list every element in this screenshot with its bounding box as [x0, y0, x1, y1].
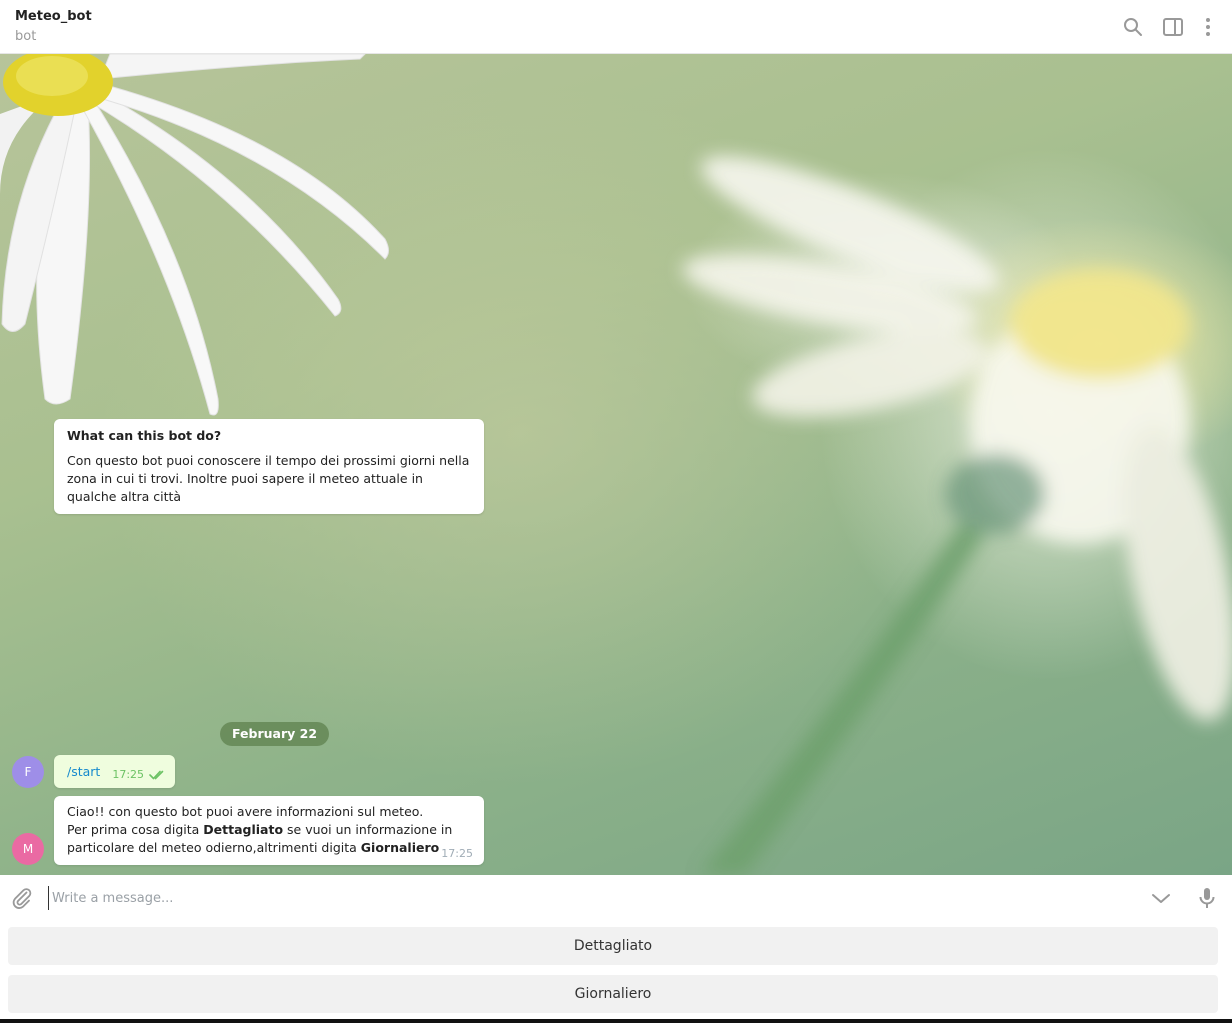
message-text-line: particolare del meteo odierno,altrimenti… — [67, 839, 471, 857]
paperclip-icon[interactable] — [10, 886, 34, 910]
message-input[interactable] — [48, 886, 1128, 910]
bot-description-title: What can this bot do? — [67, 428, 222, 443]
message-text-line: Ciao!! con questo bot puoi avere informa… — [67, 803, 471, 821]
keyboard-button-dettagliato[interactable]: Dettagliato — [8, 927, 1218, 965]
bot-description-card: What can this bot do? Con questo bot puo… — [54, 419, 484, 514]
message-text: Per prima cosa digita — [67, 822, 204, 837]
message-time: 17:25 — [441, 847, 473, 860]
chat-header: Meteo_bot bot — [0, 0, 1232, 54]
message-bubble-outgoing[interactable]: /start 17:25 — [54, 755, 176, 788]
chevron-down-icon[interactable] — [1149, 886, 1173, 910]
bot-command-link[interactable]: /start — [67, 764, 100, 779]
avatar[interactable]: F — [12, 756, 44, 788]
keyboard-button-giornaliero[interactable]: Giornaliero — [8, 975, 1218, 1013]
search-icon[interactable] — [1121, 15, 1145, 39]
message-bold-text: Dettagliato — [203, 822, 284, 837]
chat-status: bot — [15, 29, 37, 44]
message-text: se vuoi un informazione in — [283, 822, 453, 837]
double-check-icon — [149, 770, 164, 779]
date-separator: February 22 — [220, 722, 330, 746]
avatar[interactable]: M — [12, 833, 44, 865]
bot-description-text: Con questo bot puoi conoscere il tempo d… — [67, 453, 470, 504]
chat-history[interactable]: What can this bot do? Con questo bot puo… — [0, 54, 1232, 875]
message-text: particolare del meteo odierno,altrimenti… — [67, 840, 361, 855]
message-bold-text: Giornaliero — [360, 840, 440, 855]
message-bubble-incoming[interactable]: Ciao!! con questo bot puoi avere informa… — [54, 796, 484, 865]
microphone-icon[interactable] — [1195, 886, 1219, 910]
message-text-line: Per prima cosa digita Dettagliato se vuo… — [67, 821, 471, 839]
taskbar-edge — [0, 1019, 1232, 1023]
message-composer — [0, 875, 1232, 921]
sidebar-toggle-icon[interactable] — [1161, 15, 1185, 39]
message-text: Ciao!! con questo bot puoi avere informa… — [67, 804, 424, 819]
message-time: 17:25 — [112, 768, 145, 781]
chat-title[interactable]: Meteo_bot — [15, 9, 92, 24]
more-vertical-icon[interactable] — [1196, 15, 1220, 39]
